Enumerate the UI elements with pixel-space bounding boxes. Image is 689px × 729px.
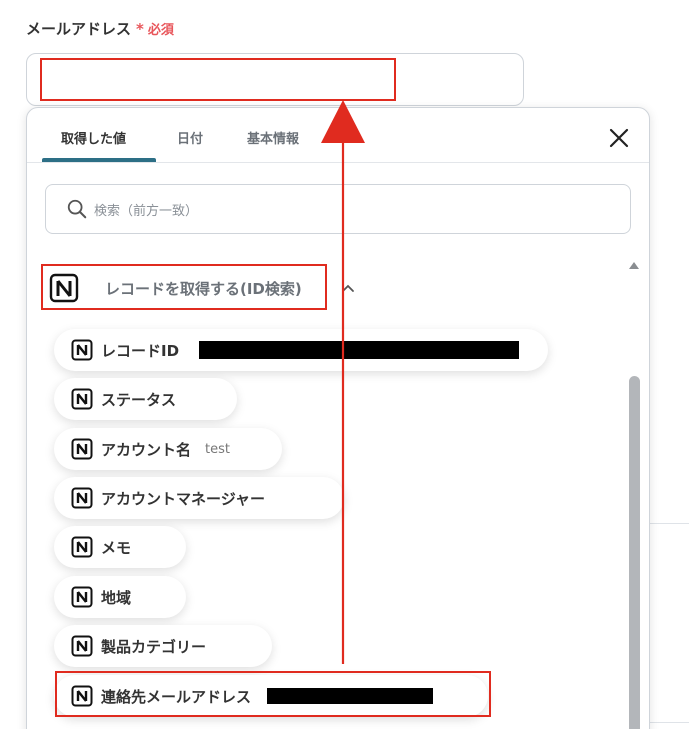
highlight-email-input	[40, 58, 396, 101]
notion-icon	[71, 635, 93, 657]
list-item-status[interactable]: ステータス	[54, 378, 237, 420]
item-label: メモ	[101, 538, 132, 557]
value-picker-panel: 取得した値 日付 基本情報 検索（前方一致） レコードを取得する(ID検索) レ…	[26, 107, 650, 729]
notion-icon	[71, 487, 93, 509]
notion-icon	[71, 388, 93, 410]
highlight-group-header	[41, 264, 327, 310]
tab-retrieved-values[interactable]: 取得した値	[61, 128, 126, 147]
chevron-up-icon[interactable]	[339, 279, 357, 297]
list-item-account-name[interactable]: アカウント名 test	[54, 428, 282, 470]
search-input[interactable]: 検索（前方一致）	[45, 184, 631, 234]
tab-bar: 取得した値 日付 基本情報	[27, 108, 649, 163]
notion-icon	[71, 586, 93, 608]
item-label: 地域	[101, 588, 132, 607]
item-label: 製品カテゴリー	[101, 637, 207, 656]
field-label-text: メールアドレス	[26, 20, 132, 38]
tab-date[interactable]: 日付	[177, 128, 203, 147]
list-item-region[interactable]: 地域	[54, 576, 186, 618]
list-item-account-manager[interactable]: アカウントマネージャー	[54, 477, 344, 519]
required-mark: *	[136, 19, 144, 38]
email-field-label: メールアドレス * 必須	[26, 18, 174, 39]
notion-icon	[71, 536, 93, 558]
item-label: レコードID	[101, 341, 180, 360]
list-item-record-id[interactable]: レコードID	[54, 329, 548, 371]
item-value: test	[205, 441, 230, 457]
item-label: アカウントマネージャー	[101, 489, 265, 508]
background-divider	[650, 722, 689, 723]
scroll-up-arrow-icon[interactable]	[628, 260, 640, 270]
redacted-value	[199, 341, 520, 359]
highlight-contact-email	[55, 671, 491, 717]
notion-icon	[71, 339, 93, 361]
list-item-product-category[interactable]: 製品カテゴリー	[54, 625, 272, 667]
search-icon	[67, 199, 87, 219]
scrollbar-thumb[interactable]	[629, 376, 640, 729]
item-label: ステータス	[101, 390, 177, 409]
close-icon[interactable]	[607, 126, 631, 150]
background-divider	[650, 523, 689, 524]
item-label: アカウント名	[101, 440, 192, 459]
search-placeholder: 検索（前方一致）	[94, 203, 199, 219]
tab-basic-info[interactable]: 基本情報	[247, 128, 299, 147]
notion-icon	[71, 438, 93, 460]
active-tab-indicator	[42, 158, 156, 162]
required-badge: 必須	[147, 23, 174, 38]
list-item-memo[interactable]: メモ	[54, 526, 186, 568]
